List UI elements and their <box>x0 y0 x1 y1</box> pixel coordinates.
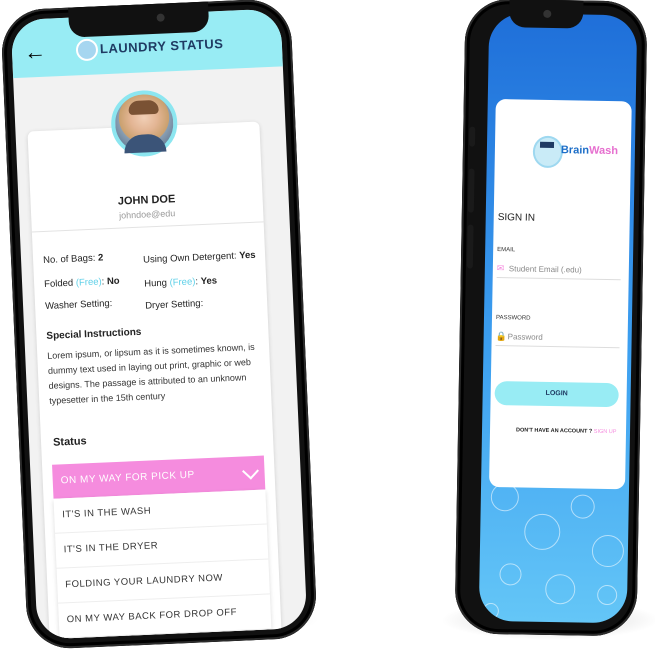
grad-cap-icon <box>539 141 555 149</box>
avatar-hair <box>128 99 159 116</box>
bags-value: 2 <box>97 252 104 264</box>
bubble-decoration <box>545 573 576 605</box>
avatar-shirt <box>123 133 167 154</box>
hung-label: Hung <box>144 277 168 290</box>
email-label: EMAIL <box>497 247 516 254</box>
phone-notch <box>509 0 584 29</box>
laundry-status-screen: ← LAUNDRY STATUS JOHN DOE johndoe@edu No… <box>10 8 308 640</box>
bubble-decoration <box>591 534 625 568</box>
brand-name-b: Wash <box>588 144 619 158</box>
mute-switch <box>468 126 476 147</box>
sign-in-title: SIGN IN <box>497 212 536 224</box>
detergent-value: Yes <box>238 249 256 262</box>
brainwash-logo-icon <box>532 135 564 169</box>
sign-up-link[interactable]: SIGN UP <box>594 429 617 435</box>
password-field[interactable]: 🔒 Password <box>495 329 620 349</box>
hung-free: (Free) <box>169 276 196 289</box>
bubble-decoration <box>570 494 595 519</box>
hung-value: Yes <box>200 275 218 288</box>
left-phone: ← LAUNDRY STATUS JOHN DOE johndoe@edu No… <box>0 0 318 650</box>
brand-name-a: Brain <box>560 144 590 157</box>
email-placeholder: Student Email (.edu) <box>508 264 582 275</box>
page-title: LAUNDRY STATUS <box>99 35 224 57</box>
camera-icon <box>156 13 165 22</box>
brainwash-logo-icon <box>75 38 99 62</box>
back-arrow-icon[interactable]: ← <box>23 39 46 66</box>
login-button[interactable]: LOGIN <box>494 381 619 408</box>
bubble-decoration <box>523 513 561 551</box>
bags-label: No. of Bags: <box>42 252 96 266</box>
volume-down-button <box>466 224 474 269</box>
phone-notch <box>68 1 210 38</box>
brand-name: BrainWash <box>561 144 618 157</box>
sign-in-screen: BrainWash SIGN IN EMAIL ✉ Student Email … <box>478 12 638 624</box>
bubble-decoration <box>482 602 500 620</box>
status-options: IT'S IN THE WASH IT'S IN THE DRYER FOLDI… <box>53 489 272 639</box>
volume-up-button <box>467 168 475 213</box>
status-selected: ON MY WAY FOR PICK UP <box>60 469 195 487</box>
special-instructions-text: Lorem ipsum, or lipsum as it is sometime… <box>47 341 255 406</box>
right-phone: BrainWash SIGN IN EMAIL ✉ Student Email … <box>454 0 648 637</box>
bubble-decoration <box>596 584 618 606</box>
status-label: Status <box>52 435 87 449</box>
no-account-text: DON'T HAVE AN ACCOUNT ? SIGN UP <box>516 427 617 435</box>
folded-value: No <box>106 275 120 288</box>
folded-free: (Free) <box>75 276 102 289</box>
password-placeholder: Password <box>507 332 543 342</box>
chevron-down-icon <box>242 462 259 480</box>
folded-label: Folded <box>43 277 74 290</box>
mail-icon: ✉ <box>496 263 505 274</box>
no-account-label: DON'T HAVE AN ACCOUNT ? <box>515 427 593 435</box>
bubble-decoration <box>499 563 522 586</box>
password-label: PASSWORD <box>495 315 531 322</box>
lock-icon: 🔒 <box>495 331 507 342</box>
sign-in-card: BrainWash SIGN IN EMAIL ✉ Student Email … <box>489 99 632 490</box>
camera-icon <box>543 9 552 18</box>
email-field[interactable]: ✉ Student Email (.edu) <box>496 261 621 281</box>
